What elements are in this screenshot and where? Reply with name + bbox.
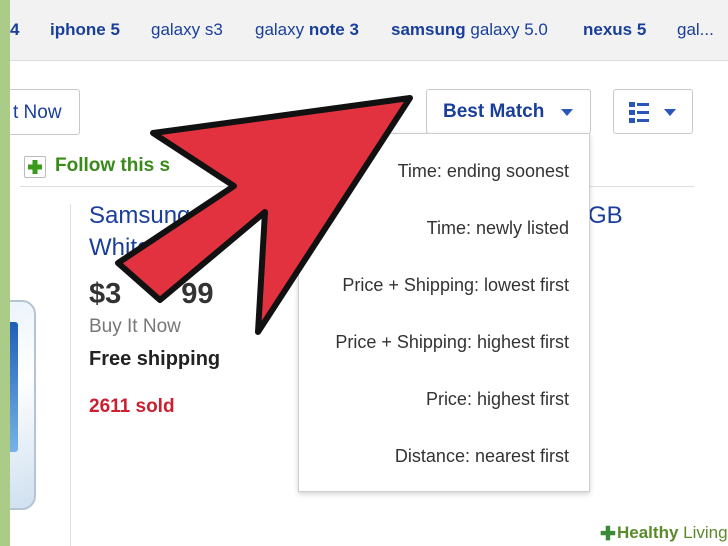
watermark-text: Healthy Living [617,523,728,542]
ebay-search-page: 4 iphone 5 galaxy s3 galaxy note 3 samsu… [10,0,728,546]
red-pointer-arrow [115,95,413,335]
healthy-living-logo-icon: ✚ [600,524,616,545]
healthy-living-watermark: ✚ Healthy Living [594,520,728,546]
